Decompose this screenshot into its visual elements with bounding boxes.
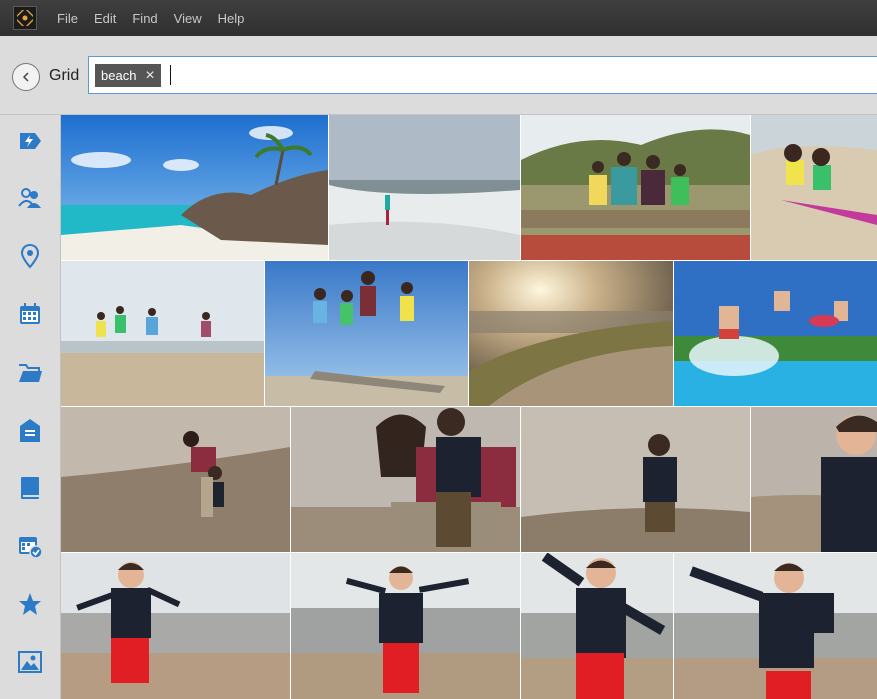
photo-thumbnail[interactable] (291, 407, 520, 552)
photo-image (674, 261, 877, 406)
events-icon (19, 537, 43, 559)
menu-find[interactable]: Find (132, 11, 157, 26)
view-title: Grid (49, 67, 80, 84)
photo-thumbnail[interactable] (61, 115, 328, 260)
photo-thumbnail[interactable] (751, 115, 877, 260)
photo-thumbnail[interactable] (61, 407, 290, 552)
photo-image (674, 553, 877, 699)
photo-thumbnail[interactable] (469, 261, 673, 406)
lightning-icon (20, 133, 41, 149)
photo-thumbnail[interactable] (674, 553, 877, 699)
location-pin-icon (20, 243, 40, 269)
app-logo-icon (13, 6, 37, 30)
photo-grid (61, 115, 877, 699)
photo-thumbnail[interactable] (521, 553, 673, 699)
search-tag-label: beach (101, 68, 137, 83)
photo-image (521, 553, 673, 699)
close-icon[interactable]: × (145, 67, 154, 84)
sidebar-item-places[interactable] (17, 243, 43, 269)
image-icon (18, 651, 42, 673)
photo-thumbnail[interactable] (265, 261, 468, 406)
text-caret (170, 65, 171, 85)
photo-image (521, 115, 750, 260)
photo-thumbnail[interactable] (751, 407, 877, 552)
photo-image (751, 115, 877, 260)
back-button[interactable] (12, 63, 40, 91)
menu-bar: File Edit Find View Help (0, 0, 877, 36)
album-icon (21, 477, 39, 499)
sidebar-item-folders[interactable] (17, 360, 43, 386)
photo-image (61, 553, 290, 699)
photo-image (61, 261, 264, 406)
menu-help[interactable]: Help (218, 11, 245, 26)
sidebar-item-people[interactable] (17, 185, 43, 211)
photo-image (61, 407, 290, 552)
photo-image (751, 407, 877, 552)
photo-image (61, 115, 328, 260)
sidebar-item-ratings[interactable] (17, 591, 43, 617)
star-icon (19, 593, 41, 615)
search-input[interactable]: beach × (88, 56, 877, 94)
sidebar-item-media-types[interactable] (17, 649, 43, 675)
photo-image (469, 261, 673, 406)
calendar-icon (20, 303, 40, 324)
sidebar-item-instant-fix[interactable] (17, 128, 43, 154)
photo-image (291, 407, 520, 552)
people-icon (18, 188, 41, 208)
chevron-left-icon (22, 72, 29, 82)
menu-edit[interactable]: Edit (94, 11, 116, 26)
photo-image (521, 407, 750, 552)
photo-thumbnail[interactable] (674, 261, 877, 406)
sidebar (0, 115, 61, 699)
tag-icon (20, 419, 40, 442)
photo-image (291, 553, 520, 699)
folder-icon (19, 364, 42, 382)
menu-view[interactable]: View (174, 11, 202, 26)
photo-thumbnail[interactable] (521, 407, 750, 552)
photo-image (329, 115, 520, 260)
photo-thumbnail[interactable] (329, 115, 520, 260)
photo-thumbnail[interactable] (521, 115, 750, 260)
photo-image (265, 261, 468, 406)
sidebar-item-keywords[interactable] (17, 418, 43, 444)
sidebar-item-date[interactable] (17, 301, 43, 327)
search-toolbar: Grid beach × (0, 36, 877, 115)
sidebar-item-albums[interactable] (17, 475, 43, 501)
photo-thumbnail[interactable] (61, 261, 264, 406)
photo-thumbnail[interactable] (61, 553, 290, 699)
search-tag-chip[interactable]: beach × (95, 64, 161, 87)
menu-file[interactable]: File (57, 11, 78, 26)
photo-thumbnail[interactable] (291, 553, 520, 699)
sidebar-item-events[interactable] (17, 533, 43, 559)
